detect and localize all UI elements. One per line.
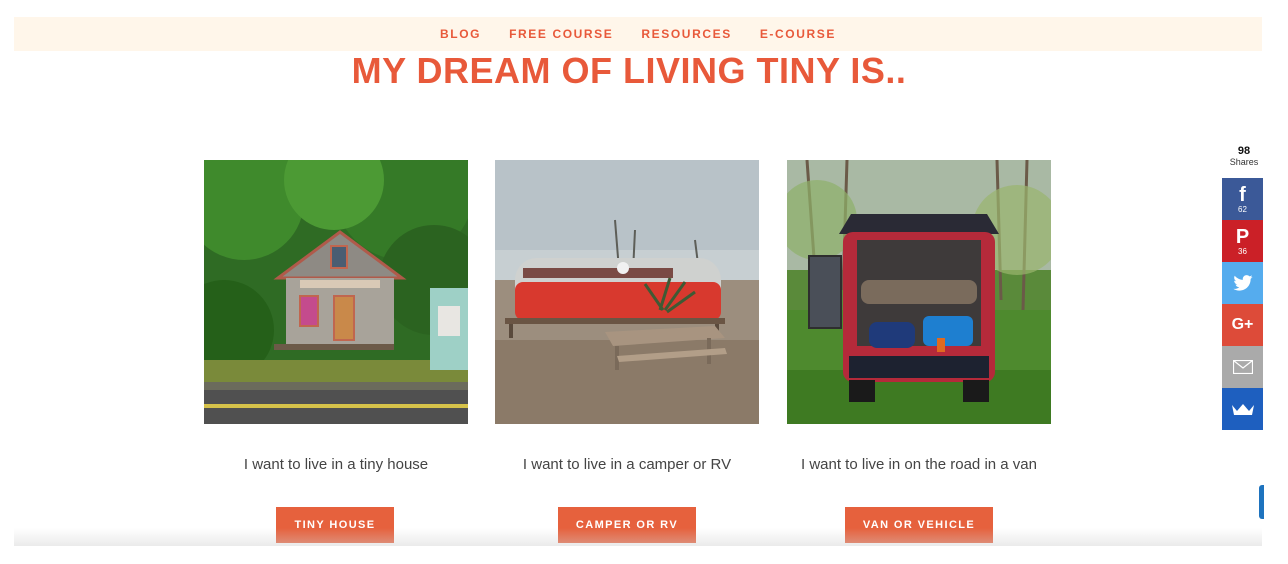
bottom-fade xyxy=(14,528,1262,546)
nav-blog-link[interactable]: BLOG xyxy=(440,27,481,41)
share-label: Shares xyxy=(1229,157,1259,167)
camper-card: I want to live in a camper or RV CAMPER … xyxy=(495,160,759,543)
nav-e-course-link[interactable]: E-COURSE xyxy=(760,27,836,41)
van-photo[interactable] xyxy=(787,160,1051,424)
camper-photo[interactable] xyxy=(495,160,759,424)
share-count: 98 Shares xyxy=(1226,145,1262,168)
nav-free-course-link[interactable]: FREE COURSE xyxy=(509,27,613,41)
tiny-house-card: I want to live in a tiny house TINY HOUS… xyxy=(204,160,468,543)
twitter-share-button[interactable] xyxy=(1222,262,1263,304)
email-icon xyxy=(1232,360,1253,374)
side-widget-tab[interactable] xyxy=(1259,485,1264,519)
share-total: 98 xyxy=(1237,145,1251,157)
pinterest-share-button[interactable]: P 36 xyxy=(1222,220,1263,262)
facebook-icon: f xyxy=(1239,183,1246,206)
email-share-button[interactable] xyxy=(1222,346,1263,388)
top-nav: BLOG FREE COURSE RESOURCES E-COURSE xyxy=(14,17,1262,51)
sumo-share-button[interactable] xyxy=(1222,388,1263,430)
google-plus-icon: G+ xyxy=(1231,316,1254,333)
van-card: I want to live in on the road in a van V… xyxy=(787,160,1051,543)
pinterest-share-count: 36 xyxy=(1238,246,1247,256)
twitter-icon xyxy=(1232,275,1253,291)
nav-resources-link[interactable]: RESOURCES xyxy=(641,27,731,41)
van-caption: I want to live in on the road in a van xyxy=(801,456,1037,473)
sumo-crown-icon xyxy=(1231,404,1254,415)
page-headline: MY DREAM OF LIVING TINY IS.. xyxy=(351,50,907,91)
facebook-share-count: 62 xyxy=(1238,204,1247,214)
google-plus-share-button[interactable]: G+ xyxy=(1222,304,1263,346)
pinterest-icon: P xyxy=(1235,225,1250,248)
tiny-house-photo[interactable] xyxy=(204,160,468,424)
facebook-share-button[interactable]: f 62 xyxy=(1222,178,1263,220)
